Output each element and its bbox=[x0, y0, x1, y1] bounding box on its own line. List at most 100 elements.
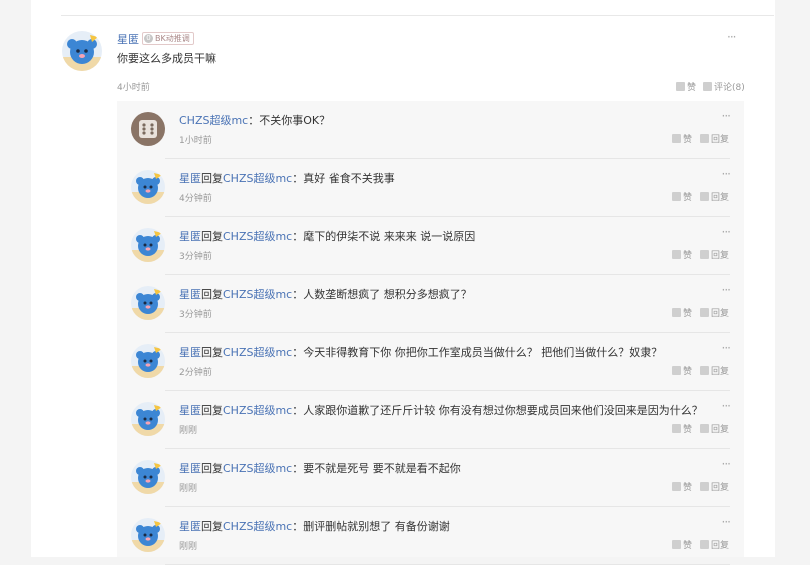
more-options-button[interactable]: ··· bbox=[727, 30, 737, 44]
reply-author[interactable]: 星匿 bbox=[179, 404, 201, 417]
avatar[interactable] bbox=[62, 31, 102, 71]
reply-time: 1小时前 bbox=[179, 136, 212, 146]
comment-icon bbox=[700, 192, 709, 201]
reply-target[interactable]: CHZS超级mc bbox=[223, 288, 292, 301]
reply-separator: ： bbox=[292, 462, 304, 475]
reply-target[interactable]: CHZS超级mc bbox=[223, 230, 292, 243]
reply-item: 星匿回复CHZS超级mc：人数垄断想疯了 想积分多想疯了？ 3分钟前 ··· 赞回复 bbox=[117, 275, 744, 333]
like-label: 赞 bbox=[683, 425, 693, 435]
reply-target[interactable]: CHZS超级mc bbox=[223, 462, 292, 475]
comment-time: 4小时前 bbox=[117, 83, 150, 93]
reply-item: 星匿回复CHZS超级mc：今天非得教育下你 你把你工作室成员当做什么？ 把他们当… bbox=[117, 333, 744, 391]
reply-line: 星匿回复CHZS超级mc：人家跟你道歉了还斤斤计较 你有没有想过你想要成员回来他… bbox=[179, 402, 703, 418]
reply-time: 刚刚 bbox=[179, 484, 198, 494]
more-options-button[interactable]: ··· bbox=[722, 167, 732, 181]
like-button[interactable]: 赞 bbox=[672, 364, 692, 377]
reply-separator: ： bbox=[292, 230, 304, 243]
comment-button[interactable]: 评论(8) bbox=[703, 80, 745, 93]
reply-button[interactable]: 回复 bbox=[700, 538, 729, 551]
reply-button[interactable]: 回复 bbox=[700, 422, 729, 435]
reply-item: 星匿回复CHZS超级mc：删评删帖就别想了 有备份谢谢 刚刚 ··· 赞回复 bbox=[117, 507, 744, 565]
thumb-up-icon bbox=[672, 482, 681, 491]
thumb-up-icon bbox=[672, 366, 681, 375]
more-options-button[interactable]: ··· bbox=[722, 283, 732, 297]
reply-button[interactable]: 回复 bbox=[700, 132, 729, 145]
more-options-button[interactable]: ··· bbox=[722, 399, 732, 413]
avatar[interactable] bbox=[131, 402, 165, 436]
reply-line: 星匿回复CHZS超级mc：今天非得教育下你 你把你工作室成员当做什么？ 把他们当… bbox=[179, 344, 662, 360]
reply-label: 回复 bbox=[711, 425, 730, 435]
comment-author[interactable]: 星匿 bbox=[117, 31, 139, 47]
reply-word: 回复 bbox=[201, 462, 223, 475]
reply-text: 人家跟你道歉了还斤斤计较 你有没有想过你想要成员回来他们没回来是因为什么？ bbox=[303, 404, 703, 417]
like-button[interactable]: 赞 bbox=[672, 538, 692, 551]
reply-label: 回复 bbox=[711, 367, 730, 377]
reply-author[interactable]: 星匿 bbox=[179, 520, 201, 533]
reply-text: 人数垄断想疯了 想积分多想疯了？ bbox=[303, 288, 472, 301]
avatar[interactable] bbox=[131, 286, 165, 320]
reply-button[interactable]: 回复 bbox=[700, 248, 729, 261]
like-button[interactable]: 赞 bbox=[672, 422, 692, 435]
reply-author[interactable]: 星匿 bbox=[179, 462, 201, 475]
thumb-up-icon bbox=[672, 540, 681, 549]
like-button[interactable]: 赞 bbox=[672, 480, 692, 493]
avatar[interactable] bbox=[131, 112, 165, 146]
reply-time: 2分钟前 bbox=[179, 368, 212, 378]
like-button[interactable]: 赞 bbox=[672, 306, 692, 319]
reply-line: CHZS超级mc：不关你事OK？ bbox=[179, 112, 330, 128]
reply-text: 麾下的伊柒不说 来来来 说一说原因 bbox=[303, 230, 476, 243]
reply-author[interactable]: 星匿 bbox=[179, 172, 201, 185]
comment-icon bbox=[700, 540, 709, 549]
reply-line: 星匿回复CHZS超级mc：人数垄断想疯了 想积分多想疯了？ bbox=[179, 286, 472, 302]
reply-time: 3分钟前 bbox=[179, 252, 212, 262]
reply-target[interactable]: CHZS超级mc bbox=[223, 520, 292, 533]
thumb-up-icon bbox=[672, 192, 681, 201]
reply-item: CHZS超级mc：不关你事OK？ 1小时前 ··· 赞 回复 bbox=[117, 101, 744, 159]
more-options-button[interactable]: ··· bbox=[722, 109, 732, 123]
reply-author[interactable]: 星匿 bbox=[179, 346, 201, 359]
like-button[interactable]: 赞 bbox=[676, 80, 696, 93]
avatar[interactable] bbox=[131, 518, 165, 552]
like-button[interactable]: 赞 bbox=[672, 190, 692, 203]
reply-item: 星匿回复CHZS超级mc：真好 雀食不关我事 4分钟前 ··· 赞回复 bbox=[117, 159, 744, 217]
avatar[interactable] bbox=[131, 170, 165, 204]
like-label: 赞 bbox=[683, 541, 693, 551]
like-label: 赞 bbox=[683, 135, 693, 145]
reply-word: 回复 bbox=[201, 172, 223, 185]
reply-separator: ： bbox=[292, 404, 304, 417]
reply-button[interactable]: 回复 bbox=[700, 480, 729, 493]
reply-label: 回复 bbox=[711, 541, 730, 551]
reply-button[interactable]: 回复 bbox=[700, 190, 729, 203]
more-options-button[interactable]: ··· bbox=[722, 515, 732, 529]
reply-word: 回复 bbox=[201, 288, 223, 301]
reply-word: 回复 bbox=[201, 230, 223, 243]
like-label: 赞 bbox=[683, 483, 693, 493]
reply-line: 星匿回复CHZS超级mc：麾下的伊柒不说 来来来 说一说原因 bbox=[179, 228, 475, 244]
reply-time: 刚刚 bbox=[179, 426, 198, 436]
reply-word: 回复 bbox=[201, 346, 223, 359]
like-button[interactable]: 赞 bbox=[672, 248, 692, 261]
reply-target[interactable]: CHZS超级mc bbox=[223, 404, 292, 417]
thumb-up-icon bbox=[672, 424, 681, 433]
reply-target[interactable]: CHZS超级mc bbox=[223, 172, 292, 185]
reply-author[interactable]: 星匿 bbox=[179, 288, 201, 301]
reply-author[interactable]: 星匿 bbox=[179, 230, 201, 243]
more-options-button[interactable]: ··· bbox=[722, 341, 732, 355]
reply-button[interactable]: 回复 bbox=[700, 306, 729, 319]
avatar[interactable] bbox=[131, 460, 165, 494]
reply-line: 星匿回复CHZS超级mc：要不就是死号 要不就是看不起你 bbox=[179, 460, 461, 476]
like-label: 赞 bbox=[683, 309, 693, 319]
reply-label: 回复 bbox=[711, 309, 730, 319]
level-number: 0 bbox=[144, 34, 153, 43]
more-options-button[interactable]: ··· bbox=[722, 457, 732, 471]
like-label: 赞 bbox=[683, 251, 693, 261]
comment-icon bbox=[700, 424, 709, 433]
avatar[interactable] bbox=[131, 344, 165, 378]
reply-label: 回复 bbox=[711, 193, 730, 203]
reply-author[interactable]: CHZS超级mc bbox=[179, 114, 248, 127]
reply-button[interactable]: 回复 bbox=[700, 364, 729, 377]
reply-target[interactable]: CHZS超级mc bbox=[223, 346, 292, 359]
like-button[interactable]: 赞 bbox=[672, 132, 692, 145]
more-options-button[interactable]: ··· bbox=[722, 225, 732, 239]
avatar[interactable] bbox=[131, 228, 165, 262]
